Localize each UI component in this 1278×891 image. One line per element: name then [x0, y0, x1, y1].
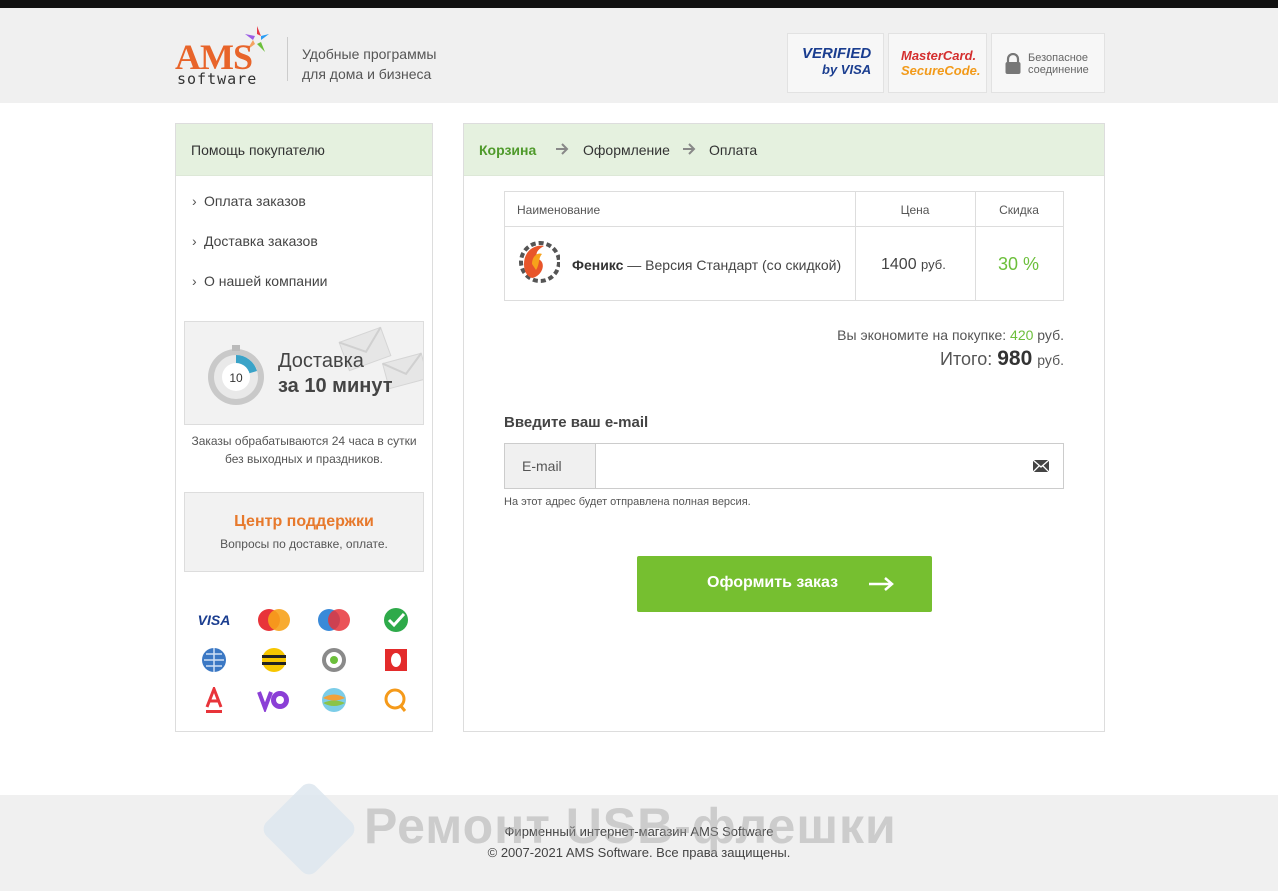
sidebar-item-label: О нашей компании	[204, 273, 328, 289]
step-payment: Оплата	[709, 142, 758, 158]
lock-icon	[1005, 53, 1021, 74]
secure-line-1: Безопасное	[1028, 52, 1089, 64]
stopwatch-icon: 10	[208, 345, 264, 405]
site-header: AMS software Удобные программы для дома …	[0, 8, 1278, 103]
price-value: 1400	[881, 256, 917, 273]
top-strip	[0, 0, 1278, 8]
mts-icon	[378, 646, 414, 674]
qiwi-icon	[378, 686, 414, 714]
visa-icon: VISA	[196, 606, 232, 634]
checkout-panel: Корзина Оформление Оплата Наименование Ц…	[463, 123, 1105, 732]
mc-badge-line-1: MasterCard.	[901, 48, 977, 63]
sberbank-icon	[378, 606, 414, 634]
place-order-button[interactable]: Оформить заказ	[637, 556, 932, 612]
megafon-icon	[316, 686, 352, 714]
chevron-right-icon: ›	[192, 233, 197, 249]
help-sidebar: Помощь покупателю › Оплата заказов › Доста…	[175, 123, 433, 732]
watermark-text: Ремонт USB-флешки	[364, 798, 897, 854]
step-cart[interactable]: Корзина	[479, 142, 536, 158]
arrow-right-icon	[683, 143, 696, 155]
delivery-note: Заказы обрабатываются 24 часа в сутки бе…	[184, 432, 424, 468]
product-discount: 30 %	[998, 254, 1040, 274]
price-currency: руб.	[921, 257, 946, 272]
chevron-right-icon: ›	[192, 273, 197, 289]
column-header-discount: Скидка	[999, 203, 1039, 217]
checkout-steps: Корзина Оформление Оплата	[464, 124, 1104, 176]
product-name: Феникс — Версия Стандарт (со скидкой)	[572, 257, 841, 273]
product-title: Феникс	[572, 257, 624, 273]
sidebar-item-label: Доставка заказов	[204, 233, 318, 249]
sidebar-item-about[interactable]: › О нашей компании	[192, 273, 327, 289]
table-divider	[975, 192, 976, 300]
savings-label: Вы экономите на покупке:	[837, 327, 1007, 343]
yoomoney-icon	[256, 686, 292, 714]
email-field-group: E-mail	[504, 443, 1064, 489]
table-divider	[505, 226, 1063, 227]
savings-value: 420	[1010, 327, 1034, 343]
email-input[interactable]	[597, 444, 1017, 488]
visa-icon-text: VISA	[197, 612, 231, 628]
tagline-line-1: Удобные программы	[302, 46, 437, 62]
phoenix-product-icon	[519, 241, 560, 283]
webmoney-icon	[196, 646, 232, 674]
total-currency: руб.	[1037, 352, 1064, 368]
arrow-right-icon	[869, 577, 894, 591]
table-divider	[855, 192, 856, 300]
total-line: Итого: 980 руб.	[940, 347, 1064, 371]
email-note: На этот адрес будет отправлена полная ве…	[504, 496, 751, 508]
alfabank-icon	[196, 686, 232, 714]
visa-badge-line-1: VERIFIED	[802, 45, 872, 62]
maestro-icon	[316, 606, 352, 634]
timer-value: 10	[229, 371, 243, 385]
secure-line-2: соединение	[1028, 64, 1089, 76]
delivery-subtitle: за 10 минут	[278, 375, 393, 397]
visa-badge-line-2: by VISA	[822, 62, 872, 77]
delivery-note-line-1: Заказы обрабатываются 24 часа в сутки	[191, 434, 417, 448]
header-divider	[287, 37, 288, 81]
delivery-promo: 10 Доставка за 10 минут	[184, 321, 424, 425]
sidebar-item-payment[interactable]: › Оплата заказов	[192, 193, 306, 209]
step-checkout: Оформление	[583, 142, 670, 158]
savings-line: Вы экономите на покупке: 420 руб.	[837, 327, 1064, 343]
mastercard-securecode-badge: MasterCard. SecureCode.	[888, 33, 987, 93]
sidebar-title: Помощь покупателю	[176, 124, 432, 176]
product-edition: — Версия Стандарт (со скидкой)	[623, 257, 842, 273]
verified-by-visa-badge: VERIFIED by VISA	[787, 33, 884, 93]
product-price: 1400 руб.	[881, 256, 946, 274]
order-table: Наименование Цена Скидка Феникс — Версия…	[504, 191, 1064, 301]
support-title: Центр поддержки	[234, 513, 374, 530]
arrow-right-icon	[556, 143, 569, 155]
qiwi-wallet-icon	[316, 646, 352, 674]
sidebar-item-label: Оплата заказов	[204, 193, 306, 209]
email-prefix-label: E-mail	[505, 444, 596, 488]
secure-connection-text: Безопасное соединение	[1028, 52, 1089, 76]
delivery-title: Доставка	[278, 350, 364, 372]
total-label: Итого:	[940, 349, 993, 369]
mastercard-icon	[256, 606, 292, 634]
beeline-icon	[256, 646, 292, 674]
mc-badge-line-2: SecureCode.	[901, 63, 981, 78]
envelope-icon	[1033, 460, 1049, 472]
payment-methods: VISA	[194, 600, 416, 720]
column-header-name: Наименование	[517, 203, 601, 217]
tagline-line-2: для дома и бизнеса	[302, 66, 432, 82]
logo-subtitle: software	[177, 70, 258, 88]
place-order-label: Оформить заказ	[707, 574, 839, 591]
support-subtitle: Вопросы по доставке, оплате.	[220, 537, 388, 551]
tagline: Удобные программы для дома и бизнеса	[302, 44, 436, 84]
secure-connection-badge: Безопасное соединение	[991, 33, 1105, 93]
email-heading: Введите ваш e-mail	[504, 414, 649, 431]
column-header-price: Цена	[900, 203, 930, 217]
sidebar-item-delivery[interactable]: › Доставка заказов	[192, 233, 318, 249]
chevron-right-icon: ›	[192, 193, 197, 209]
delivery-note-line-2: без выходных и праздников.	[225, 452, 383, 466]
ams-logo[interactable]: AMS software	[175, 24, 275, 90]
total-value: 980	[997, 347, 1033, 370]
support-center-link[interactable]: Центр поддержки Вопросы по доставке, опл…	[184, 492, 424, 572]
savings-currency: руб.	[1037, 327, 1064, 343]
